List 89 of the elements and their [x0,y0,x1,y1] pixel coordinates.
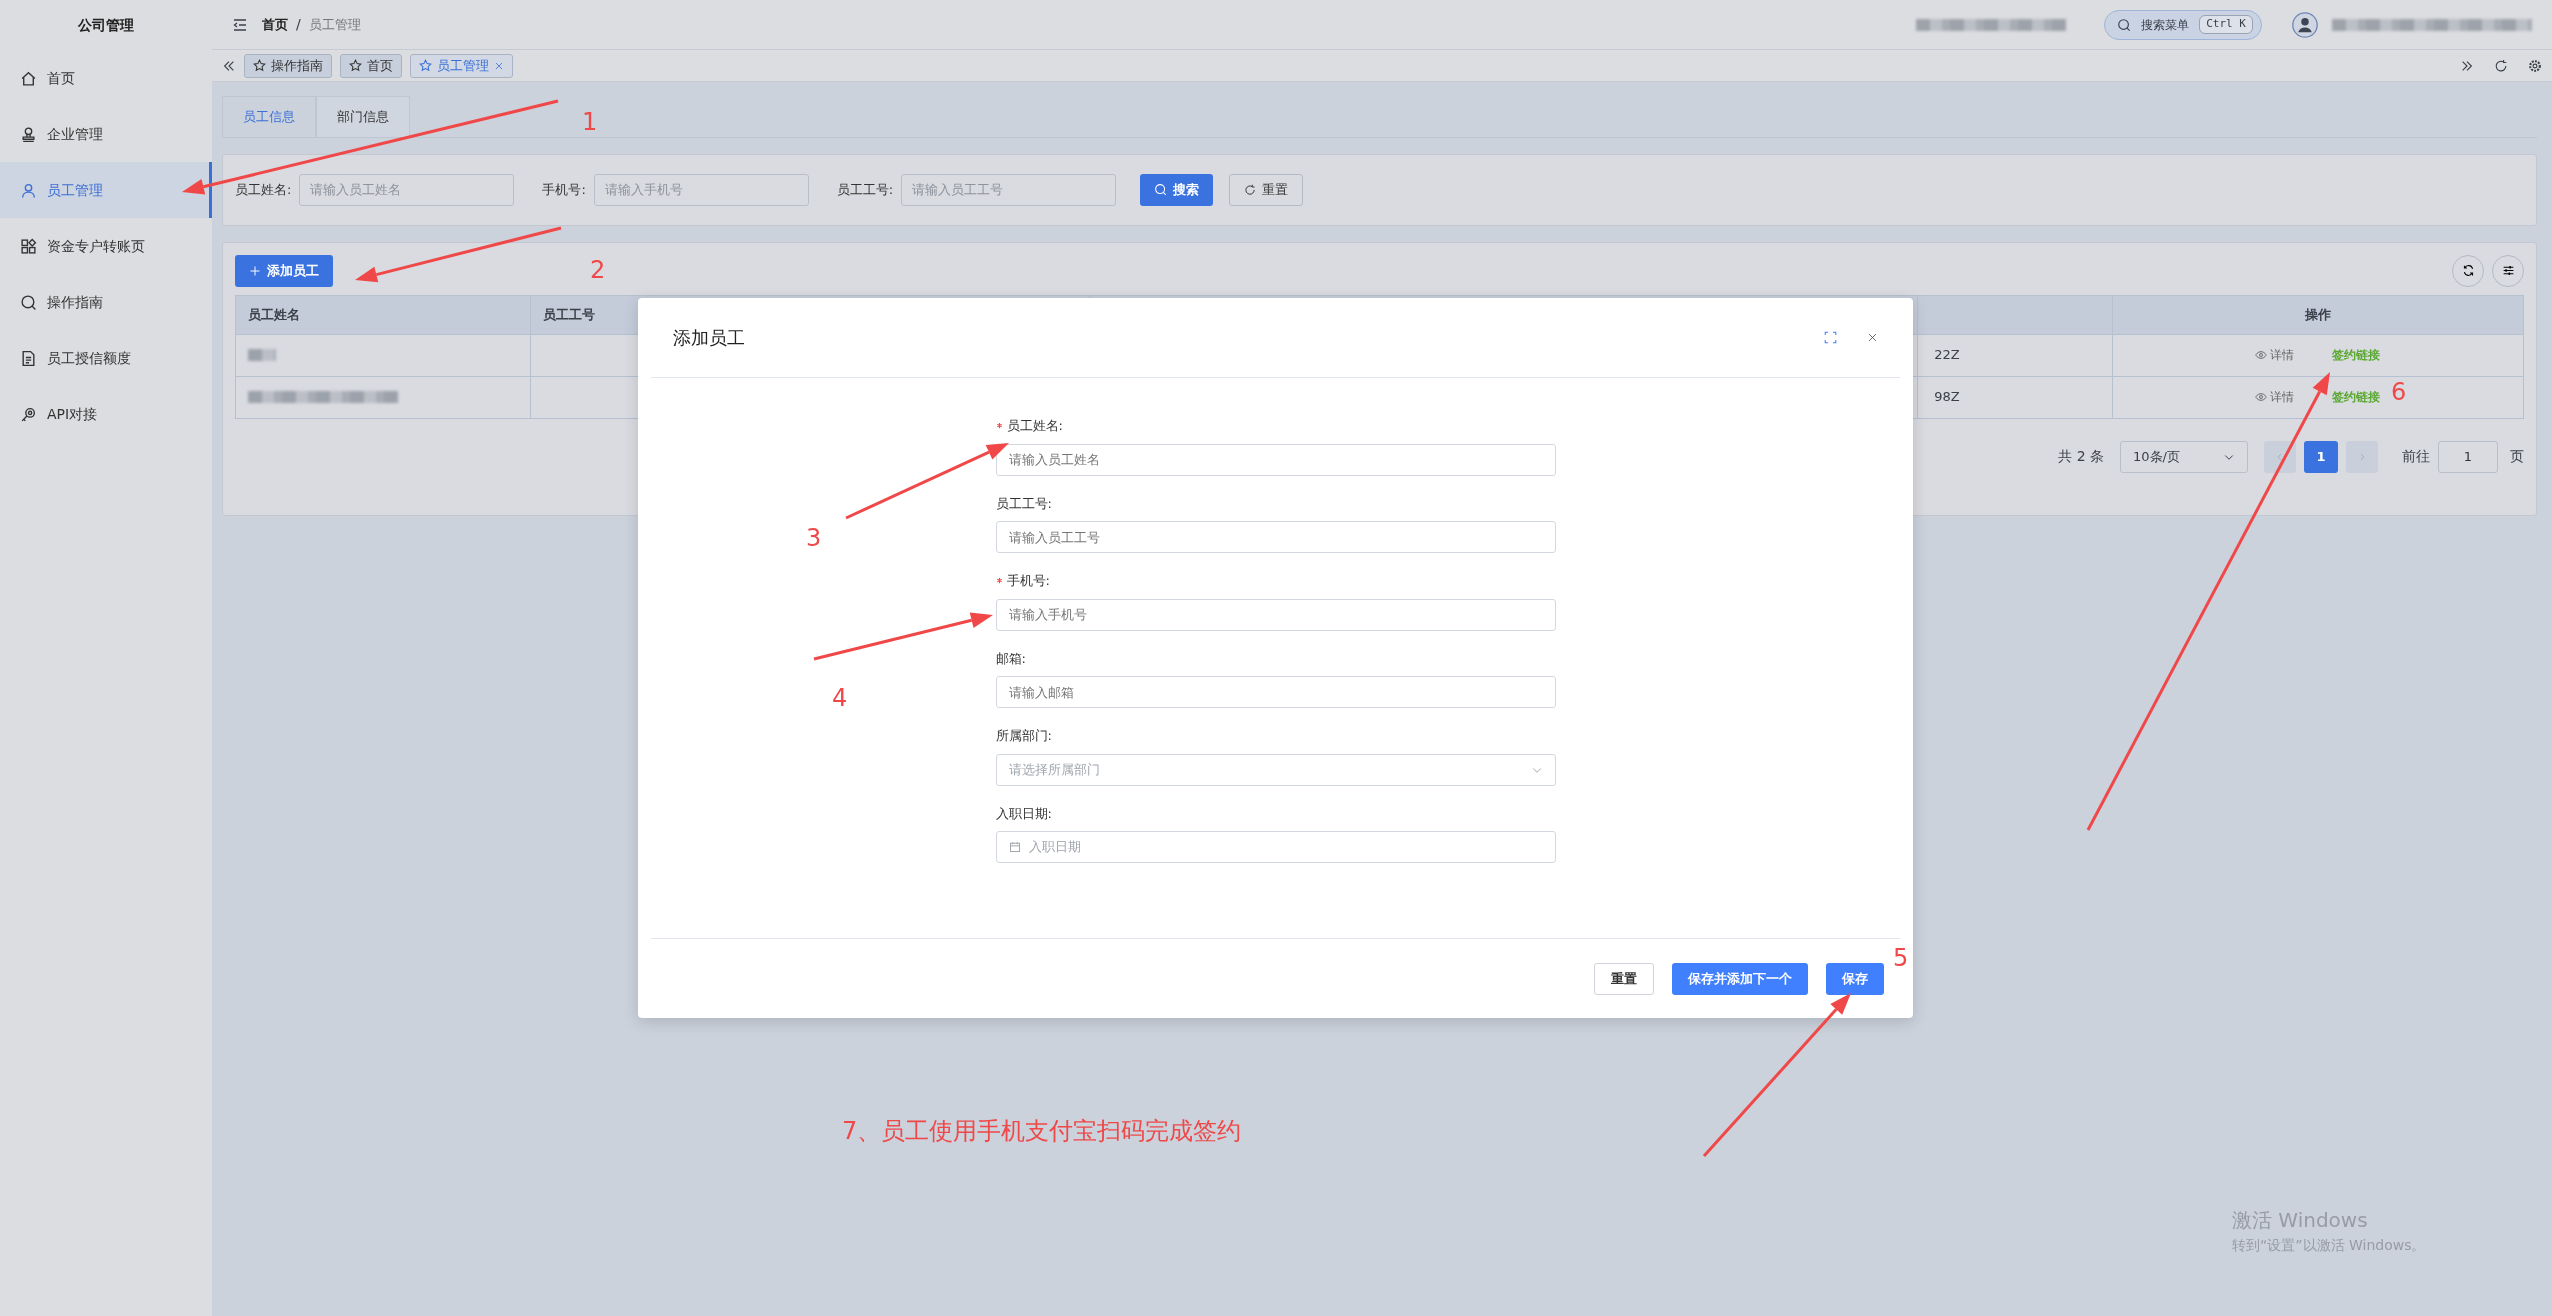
column-header: 操作 [2111,295,2523,334]
menu-search-button[interactable]: 搜索菜单 Ctrl K [2104,9,2262,40]
add-employee-button[interactable]: 添加员工 [235,254,333,287]
filter-field[interactable]: 请输入员工工号 [901,173,1117,206]
home-icon [20,69,37,87]
input-field[interactable]: 请输入员工工号 [995,521,1556,553]
reset-button[interactable]: 重置 [1594,962,1654,995]
column-settings-button[interactable] [2492,254,2524,287]
eye-icon [2255,349,2268,361]
search-icon [1154,183,1168,196]
step-number: 5 [1893,943,1909,974]
detail-link[interactable]: 详情 [2255,346,2295,364]
page-size-select[interactable]: 10条/页 [2120,440,2248,473]
field-label: 员工工号: [995,494,1053,513]
page-button[interactable]: 1 [2304,440,2338,473]
input-field[interactable]: 请输入手机号 [995,598,1556,631]
goto-label: 前往 [2402,447,2430,466]
sliders-icon [2501,264,2515,277]
breadcrumb-item: 员工管理 [308,15,361,34]
plus-icon [249,264,261,277]
settings-icon[interactable] [2528,58,2542,73]
close-icon[interactable] [1867,332,1878,343]
filter-field[interactable]: 请输入员工姓名 [299,173,515,206]
step-number: 2 [590,255,606,286]
calendar-icon [1008,841,1021,853]
field-label: 入职日期: [995,804,1053,823]
step-number: 3 [806,523,822,554]
filter-label: 员工姓名: [235,180,292,199]
field-label: 手机号: [1006,572,1050,590]
star-icon [349,59,362,72]
save-button[interactable]: 保存并添加下一个 [1672,962,1808,995]
content-tab[interactable]: 部门信息 [316,96,410,137]
stamp-icon [20,125,37,143]
page-tab[interactable]: 员工管理 [410,53,513,78]
search-icon [2117,17,2132,32]
goto-page-field[interactable]: 1 [2438,440,2498,473]
refresh-icon [1244,183,1257,196]
step-number: 4 [832,683,848,714]
detail-link[interactable]: 详情 [2255,388,2295,406]
search-icon [20,293,37,311]
refresh-icon [2461,264,2475,277]
grid-icon [20,237,37,255]
close-icon[interactable] [494,60,504,71]
avatar-icon[interactable] [2292,11,2318,38]
search-button[interactable]: 搜索 [1140,173,1214,206]
filter-field[interactable]: 请输入手机号 [593,173,809,206]
reset-button[interactable]: 重置 [1229,173,1304,206]
app-title: 公司管理 [77,15,135,35]
field-label: 邮箱: [995,649,1027,668]
eye-icon [2255,391,2268,403]
sidebar-item[interactable]: 企业管理 [0,106,212,162]
input-field[interactable]: 请输入员工姓名 [995,443,1556,476]
step-number: 6 [2391,377,2407,408]
search-label: 搜索菜单 [2141,16,2190,34]
sidebar-item[interactable]: API对接 [0,386,212,442]
step-number: 1 [582,107,598,138]
breadcrumb-separator: / [296,15,301,34]
star-icon [419,59,432,72]
table-cell-text: 98Z [1934,388,1960,407]
input-field[interactable]: 请输入邮箱 [995,676,1556,708]
page-tab[interactable]: 操作指南 [244,53,332,78]
refresh-button[interactable] [2452,254,2484,287]
collapse-icon[interactable] [222,58,236,73]
fullscreen-icon[interactable] [1824,331,1837,344]
annotation-note: 7、员工使用手机支付宝扫码完成签约 [842,1116,1242,1147]
field-label: 所属部门: [995,727,1053,745]
field-label: 员工姓名: [1006,417,1063,435]
document-icon [20,349,37,367]
table-cell-text: 22Z [1934,346,1960,365]
expand-icon[interactable] [2460,58,2474,73]
redacted-text [248,349,276,361]
shortcut-key: Ctrl K [2199,15,2253,34]
total-count: 共 2 条 [2058,447,2104,466]
page-tab[interactable]: 首页 [340,53,402,78]
key-icon [20,405,37,423]
breadcrumb-item[interactable]: 首页 [262,14,288,35]
sidebar-item[interactable]: 员工授信额度 [0,330,212,386]
sidebar-item[interactable]: 资金专户转账页 [0,218,212,274]
menu-fold-icon[interactable] [232,16,248,33]
filter-label: 手机号: [542,180,586,199]
star-icon [253,59,266,72]
column-header: 员工姓名 [247,305,301,324]
save-button[interactable]: 保存 [1826,962,1884,995]
filter-label: 员工工号: [836,180,894,199]
refresh-icon[interactable] [2494,58,2508,73]
sidebar-item[interactable]: 首页 [0,50,212,106]
page-suffix: 页 [2510,447,2524,466]
sidebar-item[interactable]: 操作指南 [0,274,212,330]
user-icon [20,181,37,199]
